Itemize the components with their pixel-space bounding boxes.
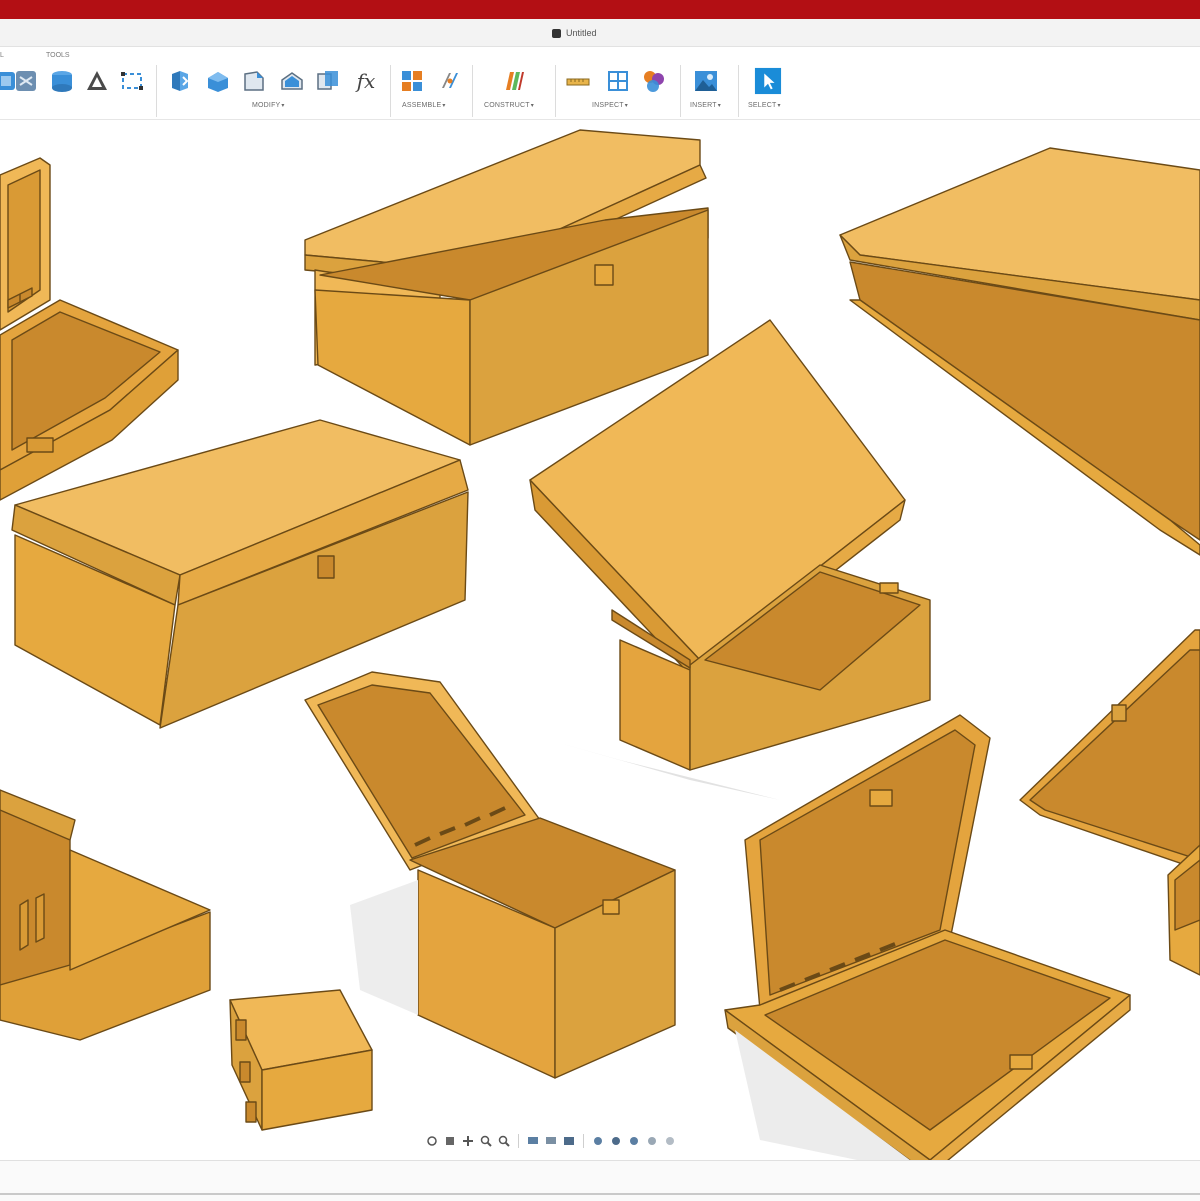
document-icon <box>552 28 561 38</box>
offset-box-icon[interactable] <box>118 67 146 95</box>
offset-plane-icon[interactable] <box>500 67 528 95</box>
hinged-box-top-center[interactable] <box>304 129 709 446</box>
measure-icon[interactable] <box>564 67 592 95</box>
insert-image-icon[interactable] <box>692 67 720 95</box>
visual-style-1-icon[interactable] <box>591 1134 605 1148</box>
design-toolbar: L TOOLS fx MODIFY▾ ASSEMBLE▾ CONSTRUCT▾ … <box>0 47 1200 120</box>
fillet-icon[interactable] <box>204 67 232 95</box>
toolbar-separator <box>680 65 681 117</box>
select-icon[interactable] <box>754 67 782 95</box>
joint-icon[interactable] <box>436 67 464 95</box>
title-bar <box>0 0 1200 19</box>
toolbar-separator <box>156 65 157 117</box>
press-pull-icon[interactable] <box>166 67 194 95</box>
visual-style-5-icon[interactable] <box>663 1134 677 1148</box>
orbit-icon[interactable] <box>425 1134 439 1148</box>
visual-style-2-icon[interactable] <box>609 1134 623 1148</box>
toolbar-separator <box>738 65 739 117</box>
flip-top-box-bottom-left[interactable] <box>0 789 211 1041</box>
grid-snap-icon[interactable] <box>544 1134 558 1148</box>
status-bar <box>0 1160 1200 1201</box>
display-settings-icon[interactable] <box>526 1134 540 1148</box>
inspect-menu[interactable]: INSPECT▾ <box>592 102 628 109</box>
status-bar-rule <box>0 1193 1200 1195</box>
zoom-icon[interactable] <box>497 1134 511 1148</box>
document-tab-strip: Untitled <box>0 19 1200 47</box>
sketch-view-icon[interactable] <box>12 67 40 95</box>
combine-icon[interactable] <box>314 67 342 95</box>
function-label: fx <box>356 69 376 93</box>
nav-separator <box>583 1134 584 1148</box>
triangle-icon[interactable] <box>83 67 111 95</box>
viewport-canvas[interactable] <box>0 120 1200 1160</box>
document-tab[interactable]: Untitled <box>552 23 597 43</box>
toolbar-separator <box>555 65 556 117</box>
navigation-bar <box>425 1130 780 1152</box>
document-tab-title: Untitled <box>566 28 597 38</box>
modify-menu[interactable]: MODIFY▾ <box>252 102 285 109</box>
parameters-icon[interactable]: fx <box>352 67 380 95</box>
toolbar-caption-tools: TOOLS <box>46 52 70 59</box>
chamfer-icon[interactable] <box>240 67 268 95</box>
insert-menu[interactable]: INSERT▾ <box>690 102 721 109</box>
construct-menu[interactable]: CONSTRUCT▾ <box>484 102 534 109</box>
open-box-right-edge[interactable] <box>1019 629 1200 976</box>
assemble-menu[interactable]: ASSEMBLE▾ <box>402 102 446 109</box>
viewports-icon[interactable] <box>562 1134 576 1148</box>
toolbar-caption-left: L <box>0 52 4 59</box>
toolbar-separator <box>472 65 473 117</box>
display-component-colors-icon[interactable] <box>640 67 668 95</box>
nav-separator <box>518 1134 519 1148</box>
cylinder-icon[interactable] <box>48 67 76 95</box>
look-at-icon[interactable] <box>443 1134 457 1148</box>
section-analysis-icon[interactable] <box>604 67 632 95</box>
shell-icon[interactable] <box>278 67 306 95</box>
small-box-bottom[interactable] <box>229 989 373 1131</box>
pan-icon[interactable] <box>461 1134 475 1148</box>
visual-style-3-icon[interactable] <box>627 1134 641 1148</box>
visual-style-4-icon[interactable] <box>645 1134 659 1148</box>
new-component-icon[interactable] <box>398 67 426 95</box>
zoom-window-icon[interactable] <box>479 1134 493 1148</box>
toolbar-separator <box>390 65 391 117</box>
select-menu[interactable]: SELECT▾ <box>748 102 781 109</box>
open-box-far-left[interactable] <box>0 157 179 501</box>
